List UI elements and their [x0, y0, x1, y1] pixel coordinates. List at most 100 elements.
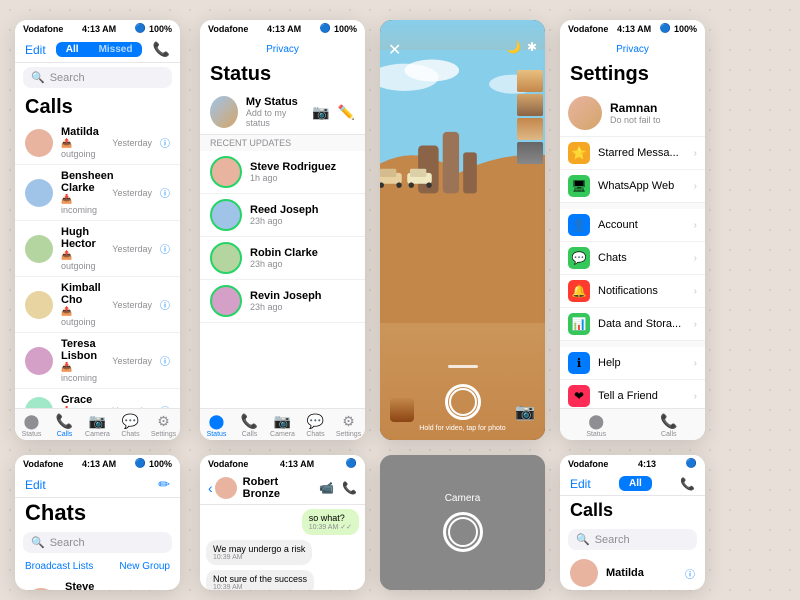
tab-settings[interactable]: ⚙ Settings	[332, 409, 365, 440]
camera-action-icon[interactable]: 📷	[312, 104, 329, 121]
chat-item[interactable]: Steve Rodriguez ✓ There is lot to talk 4…	[15, 576, 180, 590]
tab-label: Camera	[270, 431, 295, 438]
status-icons: 🔵	[686, 458, 697, 469]
contact-avatar	[215, 477, 237, 499]
contact-name: Kimball Cho	[61, 282, 104, 306]
message-bubble-out: so what? 10:39 AM ✓✓	[302, 509, 359, 535]
chats-icon: 💬	[568, 247, 590, 269]
search-placeholder: Search	[50, 537, 85, 549]
avatar	[210, 199, 242, 231]
calls-nav: Edit All Missed 📞	[15, 37, 180, 63]
thumbnail-item	[517, 70, 543, 92]
phone-icon[interactable]: 📞	[680, 477, 695, 491]
avatar	[25, 235, 53, 263]
pencil-action-icon[interactable]: ✏️	[338, 104, 355, 121]
settings-notifications[interactable]: 🔔 Notifications ›	[560, 275, 705, 308]
gallery-button[interactable]	[390, 398, 414, 422]
calls-bottom-search[interactable]: 🔍 Search	[568, 529, 697, 550]
tab-settings[interactable]: ⚙ Settings	[147, 409, 180, 440]
search-placeholder: Search	[50, 72, 85, 84]
tab-chats[interactable]: 💬 Chats	[299, 409, 332, 440]
calls-title: Calls	[15, 92, 180, 121]
settings-profile[interactable]: Ramnan Do not fail to	[560, 90, 705, 137]
camera-shutter-bottom[interactable]	[443, 512, 483, 552]
thumbnail-strip	[517, 70, 545, 164]
compose-icon[interactable]: ✏	[158, 476, 170, 493]
search-icon: 🔍	[576, 533, 590, 546]
moon-icon: 🌙	[506, 40, 521, 54]
camera-close-button[interactable]: ✕	[388, 40, 401, 60]
progress-bar	[448, 365, 478, 368]
tab-calls[interactable]: 📞 Calls	[233, 409, 266, 440]
chevron-icon: ›	[694, 253, 697, 264]
status-tab-icon: ⬤	[588, 413, 604, 430]
tab-chats[interactable]: 💬 Chats	[114, 409, 147, 440]
time: 4:13 AM	[267, 24, 301, 34]
chat-header: ‹ Robert Bronze 📹 📞	[200, 472, 365, 505]
info-icon[interactable]: ⓘ	[160, 353, 170, 368]
camera-flip-icon[interactable]: 📷	[515, 402, 535, 422]
tab-label: Settings	[151, 431, 176, 438]
info-icon[interactable]: ⓘ	[685, 566, 695, 581]
tab-bar: ⬤ Status 📞 Calls 📷 Camera 💬 Chats ⚙ Sett…	[15, 408, 180, 440]
list-item: Matilda 📤 outgoing Yesterday ⓘ	[15, 121, 180, 165]
back-button[interactable]: ‹	[208, 477, 237, 499]
edit-button[interactable]: Edit	[570, 477, 591, 491]
settings-label: Notifications	[598, 285, 686, 297]
info-icon[interactable]: ⓘ	[160, 241, 170, 256]
new-group-button[interactable]: New Group	[119, 561, 170, 572]
tab-camera[interactable]: 📷 Camera	[81, 409, 114, 440]
list-item: Teresa Lisbon 📥 incoming Yesterday ⓘ	[15, 333, 180, 389]
tab-label: Calls	[661, 431, 677, 438]
tab-camera[interactable]: 📷 Camera	[266, 409, 299, 440]
chats-status-bar: Vodafone 4:13 AM 🔵 100%	[15, 455, 180, 472]
missed-segment[interactable]: Missed	[89, 42, 143, 57]
search-icon: 🔍	[31, 536, 45, 549]
broadcast-row: Broadcast Lists New Group	[15, 557, 180, 576]
avatar	[25, 588, 57, 591]
message-bubble-in: We may undergo a risk 10:39 AM	[206, 540, 312, 565]
chats-search[interactable]: 🔍 Search	[23, 532, 172, 553]
all-segment[interactable]: All	[56, 42, 89, 57]
broadcast-button[interactable]: Broadcast Lists	[25, 561, 93, 572]
video-call-icon[interactable]: 📹	[319, 481, 334, 495]
settings-chats[interactable]: 💬 Chats ›	[560, 242, 705, 275]
camera-tab-icon: 📷	[89, 413, 106, 430]
status-tab-icon: ⬤	[24, 413, 40, 430]
data-icon: 📊	[568, 313, 590, 335]
edit-button[interactable]: Edit	[25, 43, 46, 57]
tab-status[interactable]: ⬤ Status	[560, 409, 633, 440]
tab-status[interactable]: ⬤ Status	[15, 409, 48, 440]
thumbnail-item	[517, 118, 543, 140]
account-icon: 👤	[568, 214, 590, 236]
calls-list: Matilda 📤 outgoing Yesterday ⓘ Bensheen …	[15, 121, 180, 440]
settings-whatsapp-web[interactable]: 🖥 WhatsApp Web ›	[560, 170, 705, 203]
settings-account[interactable]: 👤 Account ›	[560, 209, 705, 242]
update-time: 23h ago	[250, 302, 355, 312]
update-time: 23h ago	[250, 216, 355, 226]
tab-calls[interactable]: 📞 Calls	[48, 409, 81, 440]
settings-data[interactable]: 📊 Data and Stora... ›	[560, 308, 705, 341]
phone-icon[interactable]: 📞	[153, 41, 170, 58]
info-icon[interactable]: ⓘ	[160, 297, 170, 312]
all-segment[interactable]: All	[619, 476, 652, 491]
tab-label: Settings	[336, 431, 361, 438]
phone-settings: Vodafone 4:13 AM 🔵 100% Privacy Settings…	[560, 20, 705, 440]
call-time: Yesterday	[112, 138, 152, 148]
tab-status[interactable]: ⬤ Status	[200, 409, 233, 440]
segment-control: All	[619, 476, 652, 491]
settings-help[interactable]: ℹ Help ›	[560, 347, 705, 380]
info-icon[interactable]: ⓘ	[160, 185, 170, 200]
help-icon: ℹ	[568, 352, 590, 374]
calls-search[interactable]: 🔍 Search	[23, 67, 172, 88]
edit-button[interactable]: Edit	[25, 478, 46, 492]
my-status-name: My Status	[246, 96, 304, 108]
call-type: 📤 outgoing	[61, 138, 104, 159]
avatar	[570, 559, 598, 587]
shutter-button[interactable]	[445, 384, 481, 420]
back-chevron: ‹	[208, 480, 213, 496]
tab-calls[interactable]: 📞 Calls	[633, 409, 706, 440]
settings-starred[interactable]: ⭐ Starred Messa... ›	[560, 137, 705, 170]
audio-call-icon[interactable]: 📞	[342, 481, 357, 495]
info-icon[interactable]: ⓘ	[160, 135, 170, 150]
